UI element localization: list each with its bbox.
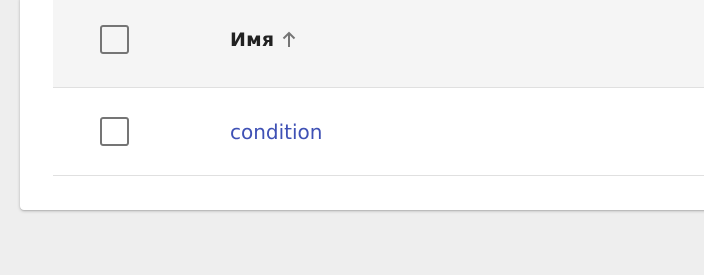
- column-header-name-label: Имя: [230, 29, 275, 51]
- column-header-name[interactable]: Имя: [230, 26, 296, 54]
- table-header-row: Имя: [53, 0, 704, 88]
- table-row[interactable]: condition: [53, 88, 704, 176]
- row-checkbox[interactable]: [100, 117, 129, 146]
- arrow-up-icon: [282, 31, 296, 49]
- row-name-link[interactable]: condition: [230, 118, 322, 146]
- select-all-checkbox[interactable]: [100, 25, 129, 54]
